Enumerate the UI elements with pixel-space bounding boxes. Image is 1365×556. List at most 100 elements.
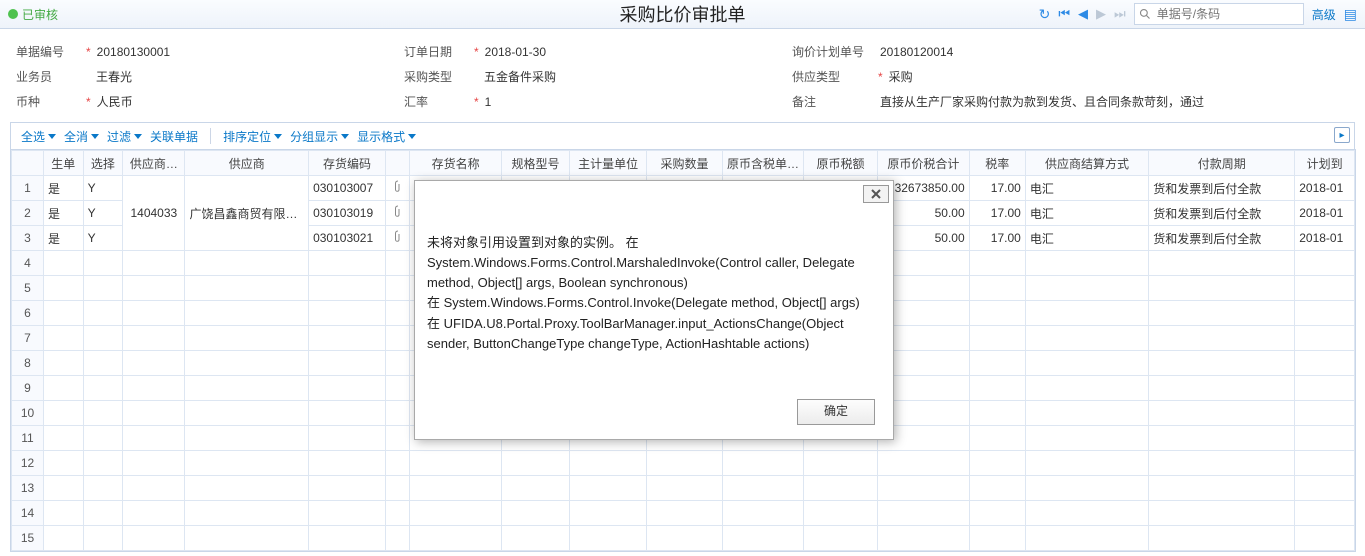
field-label: 币种	[16, 93, 80, 110]
last-record-icon[interactable]: ⏭	[1114, 6, 1126, 22]
cell-pay-cycle: 货和发票到后付全款	[1149, 226, 1295, 251]
dialog-ok-button[interactable]: 确定	[797, 399, 875, 425]
expand-grid-icon[interactable]: ▸	[1334, 127, 1350, 143]
table-row[interactable]: 12	[12, 451, 1355, 476]
row-number: 4	[12, 251, 44, 276]
cell-inventory-code: 030103007	[309, 176, 386, 201]
chevron-down-icon	[134, 134, 142, 139]
error-dialog: 未将对象引用设置到对象的实例。 在 System.Windows.Forms.C…	[414, 180, 894, 440]
cell-tax-rate: 17.00	[969, 201, 1025, 226]
dialog-close-button[interactable]	[863, 185, 889, 203]
chevron-down-icon	[91, 134, 99, 139]
row-number: 10	[12, 401, 44, 426]
cell-attachment[interactable]	[386, 201, 410, 226]
dialog-message: 未将对象引用设置到对象的实例。 在 System.Windows.Forms.C…	[427, 233, 881, 354]
chevron-down-icon	[48, 134, 56, 139]
field-label: 单据编号	[16, 43, 80, 60]
cell-inventory-code: 030103021	[309, 226, 386, 251]
purchase-type-value: 五金备件采购	[484, 68, 556, 85]
cell-supplier-name: 广饶昌鑫商贸有限…	[185, 176, 309, 251]
cell-pay-cycle: 货和发票到后付全款	[1149, 176, 1295, 201]
col-header[interactable]: 选择	[83, 151, 123, 176]
col-header[interactable]: 存货名称	[410, 151, 502, 176]
col-header[interactable]: 原币含税单…	[722, 151, 803, 176]
cell-attachment[interactable]	[386, 176, 410, 201]
filter-button[interactable]: 过滤	[103, 128, 146, 145]
field-label: 采购类型	[404, 68, 468, 85]
col-header[interactable]: 存货编码	[309, 151, 386, 176]
first-record-icon[interactable]: ⏮	[1058, 6, 1070, 22]
attachment-icon	[393, 230, 403, 244]
row-number: 12	[12, 451, 44, 476]
col-header[interactable]: 规格型号	[501, 151, 569, 176]
row-number: 14	[12, 501, 44, 526]
cell-attachment[interactable]	[386, 226, 410, 251]
col-header[interactable]: 税率	[969, 151, 1025, 176]
salesman-value: 王春光	[96, 68, 132, 85]
cell-select[interactable]: Y	[83, 201, 123, 226]
select-all-button[interactable]: 全选	[17, 128, 60, 145]
sort-locate-button[interactable]: 排序定位	[219, 128, 286, 145]
field-label: 订单日期	[404, 43, 468, 60]
required-star-icon: *	[474, 95, 479, 109]
cell-tax-rate: 17.00	[969, 176, 1025, 201]
cell-pay-cycle: 货和发票到后付全款	[1149, 201, 1295, 226]
prev-record-icon[interactable]: ◀	[1078, 6, 1088, 22]
remark-value: 直接从生产厂家采购付款为款到发货、且合同条款苛刻，通过	[880, 93, 1204, 110]
search-input[interactable]	[1155, 6, 1289, 22]
row-number: 8	[12, 351, 44, 376]
row-number: 6	[12, 301, 44, 326]
group-show-button[interactable]: 分组显示	[286, 128, 353, 145]
cell-settlement: 电汇	[1025, 201, 1148, 226]
required-star-icon: *	[86, 95, 91, 109]
col-header[interactable]: 主计量单位	[570, 151, 647, 176]
table-header-row: 生单 选择 供应商… 供应商 存货编码 存货名称 规格型号 主计量单位 采购数量…	[12, 151, 1355, 176]
grid-toolbar: 全选 全消 过滤 关联单据 排序定位 分组显示 显示格式 ▸	[10, 122, 1355, 149]
refresh-icon[interactable]: ↻	[1039, 6, 1051, 23]
audit-status: 已审核	[22, 6, 58, 23]
col-header[interactable]: 采购数量	[647, 151, 723, 176]
deselect-all-button[interactable]: 全消	[60, 128, 103, 145]
chevron-down-icon	[341, 134, 349, 139]
close-icon	[871, 189, 881, 199]
document-header: 单据编号 * 20180130001 订单日期 * 2018-01-30 询价计…	[0, 29, 1365, 122]
field-label: 供应类型	[792, 68, 872, 85]
col-header[interactable]: 生单	[44, 151, 84, 176]
display-format-button[interactable]: 显示格式	[353, 128, 420, 145]
cell-plan-arrive: 2018-01	[1295, 176, 1355, 201]
cell-select[interactable]: Y	[83, 176, 123, 201]
next-record-icon[interactable]: ▶	[1096, 6, 1106, 22]
currency-value: 人民币	[97, 93, 133, 110]
row-number: 7	[12, 326, 44, 351]
field-label: 汇率	[404, 93, 468, 110]
col-header[interactable]: 原币价税合计	[878, 151, 970, 176]
row-number: 3	[12, 226, 44, 251]
attachment-icon	[393, 180, 403, 194]
search-input-wrapper[interactable]	[1134, 3, 1304, 25]
quote-plan-no-value: 20180120014	[880, 45, 953, 59]
col-header[interactable]: 计划到	[1295, 151, 1355, 176]
row-number: 9	[12, 376, 44, 401]
supply-type-value: 采购	[889, 68, 913, 85]
table-row[interactable]: 13	[12, 476, 1355, 501]
advanced-search-link[interactable]: 高级	[1312, 6, 1336, 23]
table-row[interactable]: 14	[12, 501, 1355, 526]
row-number: 1	[12, 176, 44, 201]
row-number: 2	[12, 201, 44, 226]
related-docs-button[interactable]: 关联单据	[146, 128, 202, 145]
col-header[interactable]: 付款周期	[1149, 151, 1295, 176]
cell-plan-arrive: 2018-01	[1295, 201, 1355, 226]
col-header[interactable]: 原币税额	[803, 151, 877, 176]
col-header[interactable]: 供应商…	[123, 151, 185, 176]
table-row[interactable]: 15	[12, 526, 1355, 551]
order-date-value: 2018-01-30	[485, 45, 546, 59]
required-star-icon: *	[86, 45, 91, 59]
chevron-down-icon	[274, 134, 282, 139]
cell-plan-arrive: 2018-01	[1295, 226, 1355, 251]
order-no-value: 20180130001	[97, 45, 170, 59]
cell-sd: 是	[44, 226, 84, 251]
col-header[interactable]: 供应商	[185, 151, 309, 176]
cell-select[interactable]: Y	[83, 226, 123, 251]
panel-toggle-icon[interactable]: ▤	[1344, 6, 1357, 23]
col-header[interactable]: 供应商结算方式	[1025, 151, 1148, 176]
